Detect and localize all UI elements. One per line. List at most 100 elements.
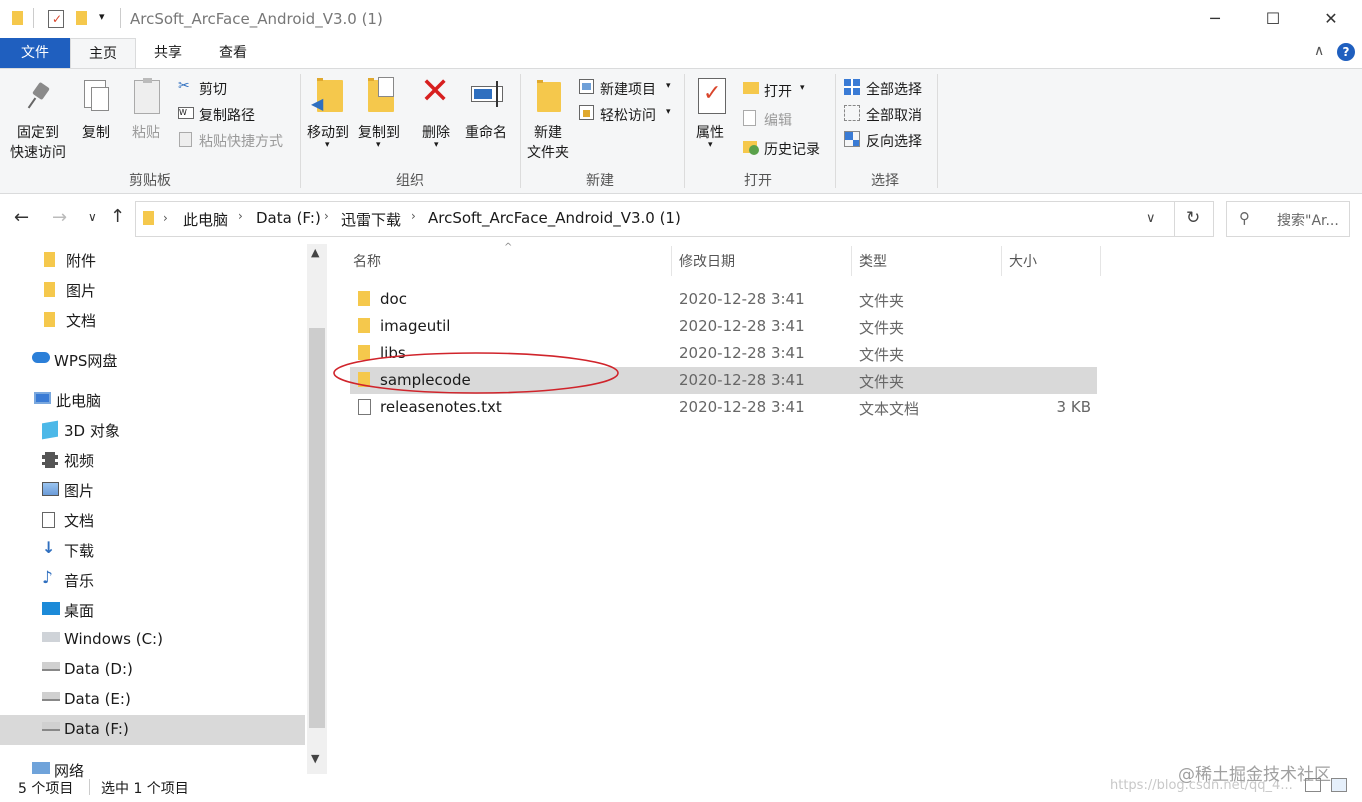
file-size: 3 KB xyxy=(1056,398,1091,416)
nav-item[interactable]: 图片 xyxy=(0,275,305,305)
computer-icon xyxy=(34,392,51,404)
nav-item[interactable]: Data (D:) xyxy=(0,655,305,685)
select-none-button[interactable]: 全部取消 xyxy=(844,104,934,124)
properties-icon: ✓ xyxy=(698,78,726,114)
nav-item-label: 图片 xyxy=(64,482,95,500)
copy-path-button[interactable]: W 复制路径 xyxy=(178,104,288,124)
up-arrow-icon[interactable]: ↑ xyxy=(110,206,125,227)
forward-arrow-icon[interactable]: → xyxy=(52,207,67,228)
properties-quick-icon[interactable]: ✓ xyxy=(48,10,64,28)
tab-share[interactable]: 共享 xyxy=(140,38,196,68)
new-folder-button[interactable]: 新建 文件夹 xyxy=(525,76,575,166)
column-header-name[interactable]: 名称 xyxy=(353,251,381,271)
nav-item[interactable]: ♪ 音乐 xyxy=(0,565,305,595)
column-header-date[interactable]: 修改日期 xyxy=(679,251,735,271)
nav-item[interactable]: 附件 xyxy=(0,245,305,275)
chevron-right-icon[interactable]: › xyxy=(324,209,329,223)
nav-item[interactable]: Windows (C:) xyxy=(0,625,305,655)
chevron-right-icon[interactable]: › xyxy=(163,211,168,225)
refresh-icon: ↻ xyxy=(1186,208,1201,228)
copy-button[interactable]: 复制 xyxy=(80,76,114,166)
easy-access-icon xyxy=(579,105,594,120)
breadcrumb-xunlei-download[interactable]: 迅雷下载 xyxy=(341,209,401,230)
rename-button[interactable]: 重命名 xyxy=(465,76,513,166)
collapse-ribbon-icon[interactable]: ∧ xyxy=(1314,43,1324,59)
tab-view[interactable]: 查看 xyxy=(205,38,261,68)
back-arrow-icon[interactable]: ← xyxy=(14,207,29,228)
scroll-down-icon[interactable]: ▼ xyxy=(311,752,319,765)
column-header-type[interactable]: 类型 xyxy=(859,251,887,271)
file-date: 2020-12-28 3:41 xyxy=(679,371,805,389)
film-icon xyxy=(42,452,58,468)
breadcrumb-current-folder[interactable]: ArcSoft_ArcFace_Android_V3.0 (1) xyxy=(428,209,681,227)
copy-to-button[interactable]: 复制到 ▾ xyxy=(356,76,406,166)
column-divider[interactable] xyxy=(1001,246,1002,276)
desktop-icon xyxy=(42,602,60,615)
search-placeholder: 搜索"Ar... xyxy=(1277,213,1339,229)
column-divider[interactable] xyxy=(851,246,852,276)
delete-button[interactable]: ✕ 删除 ▾ xyxy=(418,72,458,166)
pin-to-quick-access-button[interactable]: 固定到 快速访问 xyxy=(0,76,80,166)
quick-access-dropdown-icon[interactable]: ▾ xyxy=(99,10,105,23)
tab-home[interactable]: 主页 xyxy=(70,38,136,68)
chevron-right-icon[interactable]: › xyxy=(238,209,243,223)
file-row[interactable]: releasenotes.txt 2020-12-28 3:41 文本文档 3 KB xyxy=(350,394,1097,421)
nav-item[interactable]: 图片 xyxy=(0,475,305,505)
nav-item[interactable]: ↓ 下载 xyxy=(0,535,305,565)
nav-item[interactable]: 此电脑 xyxy=(0,385,305,415)
column-header-size[interactable]: 大小 xyxy=(1009,251,1037,271)
picture-icon xyxy=(42,482,59,496)
file-row[interactable]: doc 2020-12-28 3:41 文件夹 xyxy=(350,286,1097,313)
nav-item[interactable]: 桌面 xyxy=(0,595,305,625)
select-all-icon xyxy=(844,79,860,95)
divider xyxy=(33,8,34,28)
close-button[interactable]: ✕ xyxy=(1302,0,1360,38)
status-selected-count: 选中 1 个项目 xyxy=(101,781,189,797)
new-item-button[interactable]: 新建项目 ▾ xyxy=(578,78,678,98)
maximize-button[interactable]: ☐ xyxy=(1244,0,1302,38)
column-divider[interactable] xyxy=(671,246,672,276)
chevron-right-icon[interactable]: › xyxy=(411,209,416,223)
open-folder-icon xyxy=(743,82,759,94)
nav-item[interactable]: 文档 xyxy=(0,305,305,335)
copy-icon xyxy=(84,80,109,111)
nav-item[interactable]: Data (E:) xyxy=(0,685,305,715)
easy-access-button[interactable]: 轻松访问 ▾ xyxy=(578,104,678,124)
nav-item-label: 附件 xyxy=(66,252,97,270)
file-row[interactable]: imageutil 2020-12-28 3:41 文件夹 xyxy=(350,313,1097,340)
nav-item[interactable]: 视频 xyxy=(0,445,305,475)
select-all-button[interactable]: 全部选择 xyxy=(844,78,934,98)
minimize-button[interactable]: ─ xyxy=(1186,0,1244,38)
new-folder-quick-icon[interactable] xyxy=(76,11,87,25)
nav-scrollbar-thumb[interactable] xyxy=(309,328,325,728)
history-button[interactable]: 历史记录 xyxy=(742,138,832,158)
breadcrumb-data-f[interactable]: Data (F:) xyxy=(256,209,321,227)
delete-x-icon: ✕ xyxy=(420,71,451,112)
sort-ascending-icon: ^ xyxy=(504,242,513,253)
help-icon[interactable]: ? xyxy=(1337,43,1355,61)
tab-file[interactable]: 文件 xyxy=(0,38,70,68)
cut-button[interactable]: ✂ 剪切 xyxy=(178,78,268,98)
invert-selection-button[interactable]: 反向选择 xyxy=(844,130,934,150)
group-label-select: 选择 xyxy=(871,173,899,189)
breadcrumb-this-pc[interactable]: 此电脑 xyxy=(183,209,228,230)
nav-item[interactable]: WPS网盘 xyxy=(0,345,305,375)
refresh-button[interactable]: ↻ xyxy=(1174,201,1214,237)
move-to-button[interactable]: ◀ 移动到 ▾ xyxy=(305,76,355,166)
properties-button[interactable]: ✓ 属性 ▾ xyxy=(692,76,732,166)
pin-label-line2: 快速访问 xyxy=(10,145,66,161)
nav-item[interactable]: Data (F:) xyxy=(0,715,305,745)
group-label-open: 打开 xyxy=(744,173,772,189)
windows-drive-icon xyxy=(42,632,60,642)
nav-item[interactable]: 文档 xyxy=(0,505,305,535)
search-box[interactable]: ⚲ 搜索"Ar... xyxy=(1226,201,1350,237)
file-date: 2020-12-28 3:41 xyxy=(679,398,805,416)
nav-item[interactable]: 3D 对象 xyxy=(0,415,305,445)
scroll-up-icon[interactable]: ▲ xyxy=(311,246,319,259)
column-divider[interactable] xyxy=(1100,246,1101,276)
recent-locations-chevron-icon[interactable]: ∨ xyxy=(88,210,97,224)
address-dropdown-icon[interactable]: ∨ xyxy=(1146,211,1156,226)
details-view-icon[interactable] xyxy=(1305,778,1321,792)
open-button[interactable]: 打开 ▾ xyxy=(742,80,822,100)
large-icons-view-icon[interactable] xyxy=(1331,778,1347,792)
